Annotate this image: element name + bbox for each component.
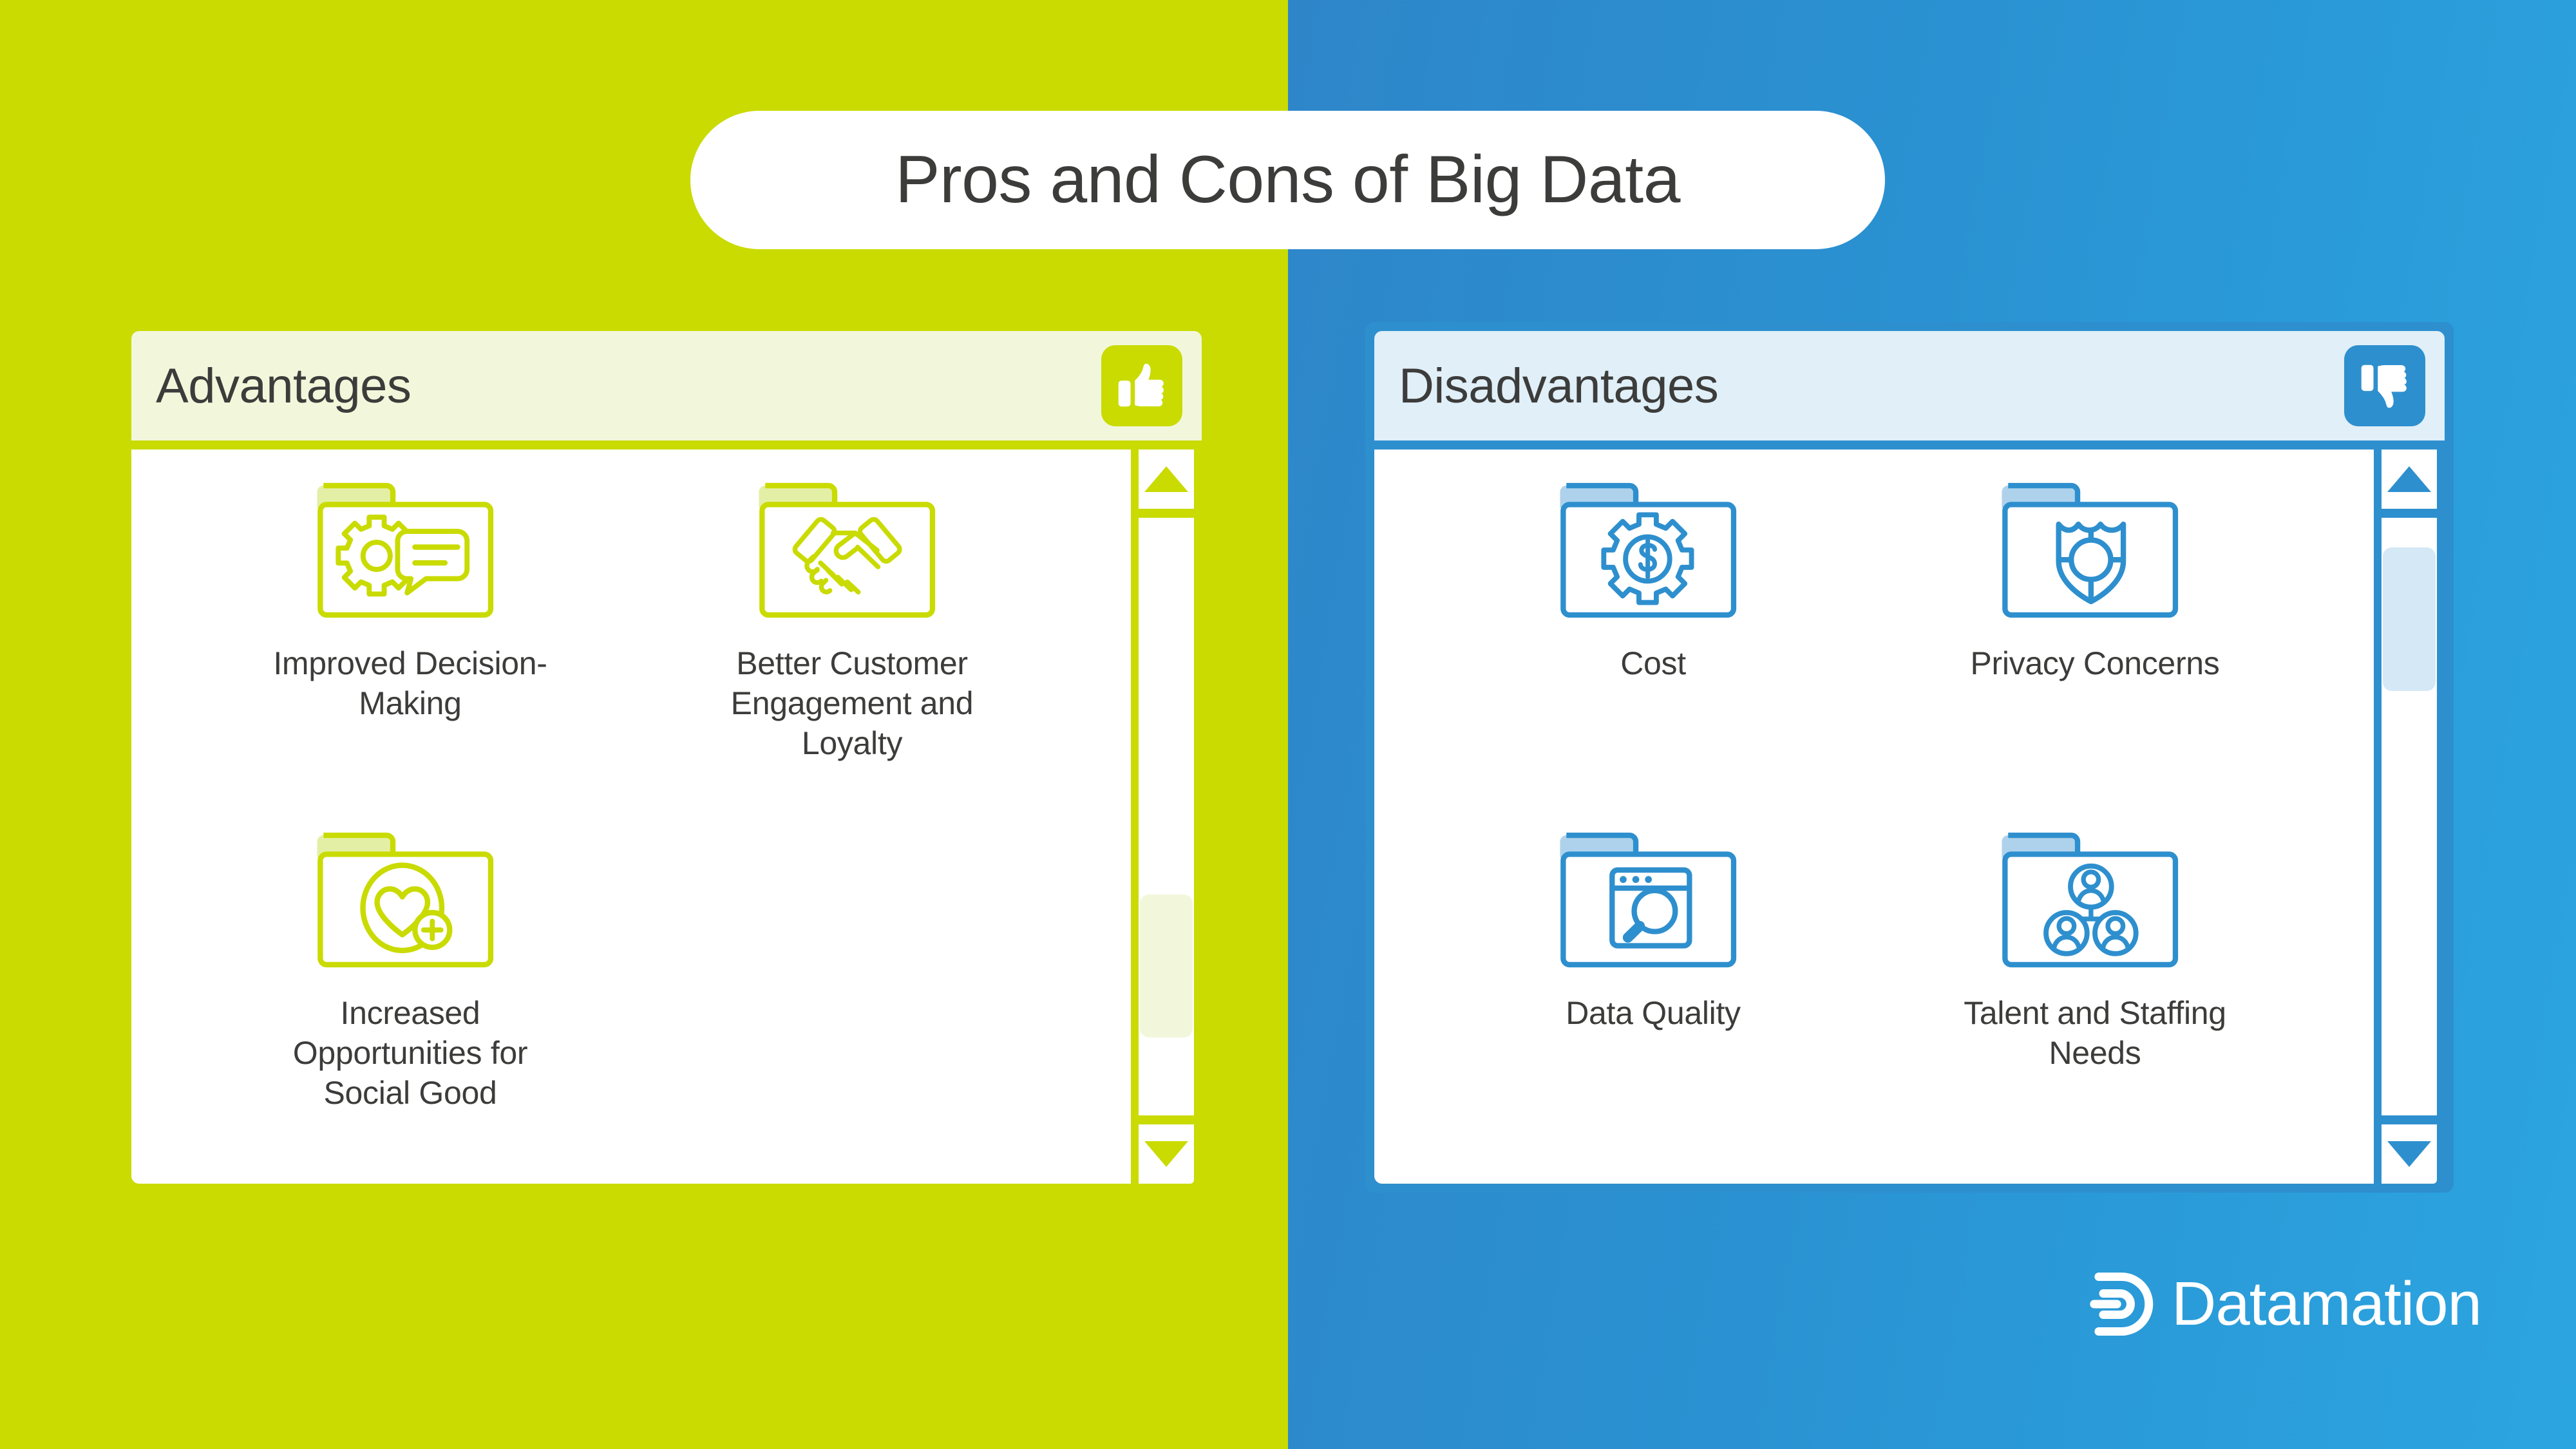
disadvantages-window: Disadvantages Cost Privacy Concerns Data… (1365, 322, 2454, 1193)
chevron-up-icon (1144, 466, 1188, 492)
disadvantages-scrollbar[interactable] (2374, 450, 2445, 1184)
disadvantage-tile-4[interactable]: Talent and Staffing Needs (1874, 821, 2316, 1171)
disadvantages-header: Disadvantages (1374, 331, 2445, 440)
scroll-thumb-left[interactable] (1140, 894, 1193, 1038)
advantage-label-1: Improved Decision-Making (273, 645, 547, 721)
thumbs-down-button[interactable] (2344, 345, 2425, 426)
disadvantage-tile-1[interactable]: Cost (1432, 471, 1874, 821)
advantages-content: Improved Decision-Making Better Customer… (131, 450, 1131, 1184)
datamation-logo[interactable]: Datamation (2087, 1266, 2482, 1342)
advantages-title: Advantages (156, 358, 412, 413)
folder-window-search-icon (1547, 821, 1759, 979)
scroll-thumb-right[interactable] (2383, 547, 2436, 692)
disadvantage-tile-3[interactable]: Data Quality (1432, 821, 1874, 1171)
advantages-scrollbar[interactable] (1131, 450, 1202, 1184)
folder-gear-dollar-icon (1547, 471, 1759, 629)
scroll-track-left[interactable] (1139, 518, 1194, 1115)
scroll-down-button-left[interactable] (1139, 1124, 1194, 1184)
advantage-tile-2[interactable]: Better Customer Engagement and Loyalty (631, 471, 1073, 821)
folder-heart-plus-icon (304, 821, 516, 979)
title-pill: Pros and Cons of Big Data (690, 111, 1885, 249)
disadvantage-label-1: Cost (1620, 645, 1686, 681)
scroll-down-button-right[interactable] (2382, 1124, 2437, 1184)
disadvantages-title: Disadvantages (1399, 358, 1719, 413)
disadvantage-label-4: Talent and Staffing Needs (1964, 995, 2226, 1071)
infographic-canvas: Pros and Cons of Big Data Advantages Imp… (0, 0, 2576, 1449)
scroll-up-button-left[interactable] (1139, 450, 1194, 509)
advantage-label-2: Better Customer Engagement and Loyalty (730, 645, 974, 761)
advantages-header: Advantages (131, 331, 1202, 440)
thumbs-down-icon (2361, 365, 2407, 408)
datamation-d-mark-icon (2087, 1266, 2163, 1342)
advantage-tile-3[interactable]: Increased Opportunities for Social Good (189, 821, 631, 1171)
disadvantage-tile-2[interactable]: Privacy Concerns (1874, 471, 2316, 821)
advantages-header-divider (131, 440, 1202, 450)
advantage-tile-1[interactable]: Improved Decision-Making (189, 471, 631, 821)
datamation-wordmark: Datamation (2172, 1269, 2482, 1338)
folder-people-group-icon (1989, 821, 2201, 979)
disadvantages-content: Cost Privacy Concerns Data Quality Talen… (1374, 450, 2374, 1184)
folder-handshake-icon (746, 471, 958, 629)
advantage-label-3: Increased Opportunities for Social Good (292, 995, 528, 1111)
disadvantages-header-divider (1374, 440, 2445, 450)
page-title: Pros and Cons of Big Data (895, 142, 1680, 217)
folder-gear-chat-icon (304, 471, 516, 629)
chevron-down-icon (1144, 1141, 1188, 1167)
chevron-up-icon (2387, 466, 2431, 492)
chevron-down-icon (2387, 1141, 2431, 1167)
scroll-track-right[interactable] (2382, 518, 2437, 1115)
disadvantage-label-2: Privacy Concerns (1970, 645, 2220, 681)
thumbs-up-button[interactable] (1101, 345, 1182, 426)
thumbs-up-icon (1118, 363, 1164, 407)
disadvantage-label-3: Data Quality (1566, 995, 1741, 1031)
scroll-up-button-right[interactable] (2382, 450, 2437, 509)
advantages-window: Advantages Improved Decision-Making Bett… (122, 322, 1211, 1193)
folder-shield-icon (1989, 471, 2201, 629)
